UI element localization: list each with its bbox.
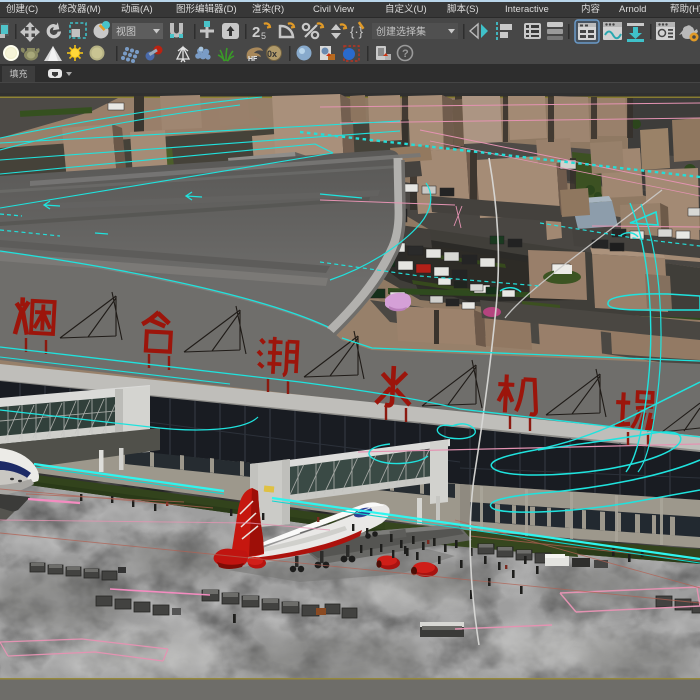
svg-text:0x: 0x xyxy=(267,49,277,59)
svg-text:视图: 视图 xyxy=(116,25,136,38)
svg-text:创建选择集: 创建选择集 xyxy=(376,25,426,38)
svg-text:?: ? xyxy=(402,48,409,60)
svg-text:HF: HF xyxy=(248,56,258,63)
svg-text:2: 2 xyxy=(252,24,260,41)
svg-text:5: 5 xyxy=(261,31,266,41)
